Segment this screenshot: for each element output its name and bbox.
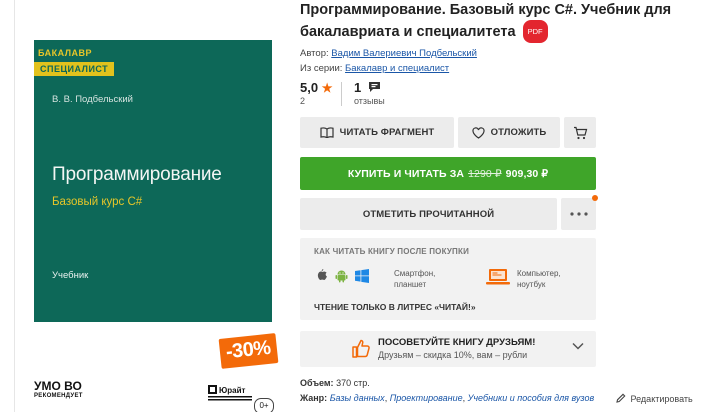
- edit-label: Редактировать: [630, 394, 693, 404]
- author-label: Автор:: [300, 48, 329, 59]
- reviews-count[interactable]: 1: [354, 80, 381, 95]
- volume-label: Объем:: [300, 378, 334, 388]
- author-row: Автор: Вадим Валериевич Подбельский: [300, 46, 714, 61]
- desktop-label-line2: ноутбук: [517, 280, 546, 289]
- comment-icon: [368, 82, 380, 92]
- read-only-in-litres-note: ЧТЕНИЕ ТОЛЬКО В ЛИТРЕС «ЧИТАЙ!»: [314, 302, 476, 312]
- book-title-text: Программирование. Базовый курс С#. Учебн…: [300, 2, 672, 40]
- current-price: 909,30 ₽: [505, 167, 549, 180]
- genre-row: Жанр: Базы данных, Проектирование, Учебн…: [300, 393, 595, 403]
- read-fragment-label: ЧИТАТЬ ФРАГМЕНТ: [339, 127, 435, 138]
- more-options-button[interactable]: [561, 198, 596, 230]
- mobile-label-line1: Смартфон,: [394, 269, 436, 278]
- age-rating-badge: 0+: [254, 398, 274, 412]
- mobile-platform-icons: [315, 268, 369, 283]
- genre-label: Жанр:: [300, 393, 328, 403]
- desktop-label-line1: Компьютер,: [517, 269, 561, 278]
- pencil-icon: [616, 393, 626, 403]
- apple-icon[interactable]: [315, 268, 328, 283]
- mark-as-read-button[interactable]: ОТМЕТИТЬ ПРОЧИТАННОЙ: [300, 198, 557, 230]
- reviews-label: отзывы: [354, 96, 385, 106]
- volume-value: 370 стр.: [336, 378, 370, 388]
- pdf-format-badge[interactable]: PDF: [522, 20, 548, 43]
- discount-badge: -30%: [218, 333, 279, 369]
- chevron-down-icon[interactable]: [572, 342, 584, 350]
- series-label: Из серии:: [300, 63, 343, 74]
- rating-number: 5,0: [300, 80, 319, 95]
- volume-row: Объем: 370 стр.: [300, 378, 370, 388]
- more-dots-icon: [569, 212, 588, 216]
- cart-icon: [573, 126, 587, 139]
- thumbs-up-icon: [352, 339, 370, 358]
- recommend-subtitle: Друзьям – скидка 10%, вам – рубли: [378, 350, 528, 360]
- umo-logo: УМО ВО РЕКОМЕНДУЕТ: [34, 380, 83, 401]
- author-link[interactable]: Вадим Валериевич Подбельский: [331, 48, 477, 59]
- umo-sublabel: РЕКОМЕНДУЕТ: [34, 393, 83, 399]
- defer-label: ОТЛОЖИТЬ: [490, 127, 547, 138]
- cover-subtitle: Базовый курс C#: [52, 196, 143, 208]
- cover-badge-specialist: СПЕЦИАЛИСТ: [34, 62, 115, 76]
- mobile-label-line2: планшет: [394, 280, 427, 289]
- cover-title: Программирование: [52, 164, 222, 185]
- cover-artwork: БАКАЛАВР СПЕЦИАЛИСТ В. В. Подбельский Пр…: [34, 40, 272, 322]
- how-to-read-panel: КАК ЧИТАТЬ КНИГУ ПОСЛЕ ПОКУПКИ Смартфон,: [300, 238, 596, 320]
- series-link[interactable]: Бакалавр и специалист: [345, 63, 449, 74]
- book-info: Программирование. Базовый курс С#. Учебн…: [300, 0, 714, 404]
- rating-count: 2: [300, 96, 306, 106]
- cover-badge-bachelor: БАКАЛАВР: [34, 48, 97, 58]
- android-icon[interactable]: [334, 268, 349, 283]
- reviews-number: 1: [354, 80, 362, 95]
- edit-genres-button[interactable]: Редактировать: [616, 393, 693, 404]
- add-to-cart-button[interactable]: [564, 117, 596, 148]
- heart-icon: [472, 126, 485, 139]
- cover-author: В. В. Подбельский: [52, 94, 133, 105]
- publisher-name: Юрайт: [219, 386, 246, 395]
- read-fragment-button[interactable]: ЧИТАТЬ ФРАГМЕНТ: [300, 117, 454, 148]
- recommend-to-friends-panel[interactable]: ПОСОВЕТУЙТЕ КНИГУ ДРУЗЬЯМ! Друзьям – ски…: [300, 331, 596, 367]
- cover-type: Учебник: [52, 270, 89, 281]
- how-to-read-title: КАК ЧИТАТЬ КНИГУ ПОСЛЕ ПОКУПКИ: [314, 247, 470, 256]
- rating-value[interactable]: 5,0 ★: [300, 80, 332, 95]
- windows-icon[interactable]: [355, 268, 369, 283]
- book-meta: Автор: Вадим Валериевич Подбельский Из с…: [300, 46, 714, 76]
- publisher-logo-icon: Юрайт: [208, 385, 252, 401]
- defer-button[interactable]: ОТЛОЖИТЬ: [458, 117, 560, 148]
- genre-link[interactable]: Учебники и пособия для вузов: [468, 393, 595, 403]
- old-price: 1290 ₽: [468, 167, 502, 180]
- umo-label: УМО ВО: [34, 379, 82, 393]
- laptop-icon[interactable]: [486, 268, 510, 286]
- desktop-platform-label: Компьютер, ноутбук: [517, 268, 561, 290]
- buy-label: КУПИТЬ И ЧИТАТЬ ЗА: [347, 167, 465, 180]
- star-icon: ★: [321, 81, 333, 95]
- book-open-icon: [320, 127, 334, 138]
- book-title: Программирование. Базовый курс С#. Учебн…: [300, 1, 714, 43]
- buy-button[interactable]: КУПИТЬ И ЧИТАТЬ ЗА 1290 ₽ 909,30 ₽: [300, 157, 596, 190]
- stats-divider: [341, 82, 342, 106]
- book-cover[interactable]: БАКАЛАВР СПЕЦИАЛИСТ В. В. Подбельский Пр…: [0, 0, 282, 412]
- mobile-platform-label: Смартфон, планшет: [394, 268, 435, 290]
- genre-link[interactable]: Проектирование: [390, 393, 463, 403]
- mark-as-read-label: ОТМЕТИТЬ ПРОЧИТАННОЙ: [362, 208, 495, 220]
- genre-link[interactable]: Базы данных: [330, 393, 385, 403]
- notification-dot: [592, 195, 598, 201]
- recommend-title: ПОСОВЕТУЙТЕ КНИГУ ДРУЗЬЯМ!: [378, 337, 536, 348]
- series-row: Из серии: Бакалавр и специалист: [300, 61, 714, 76]
